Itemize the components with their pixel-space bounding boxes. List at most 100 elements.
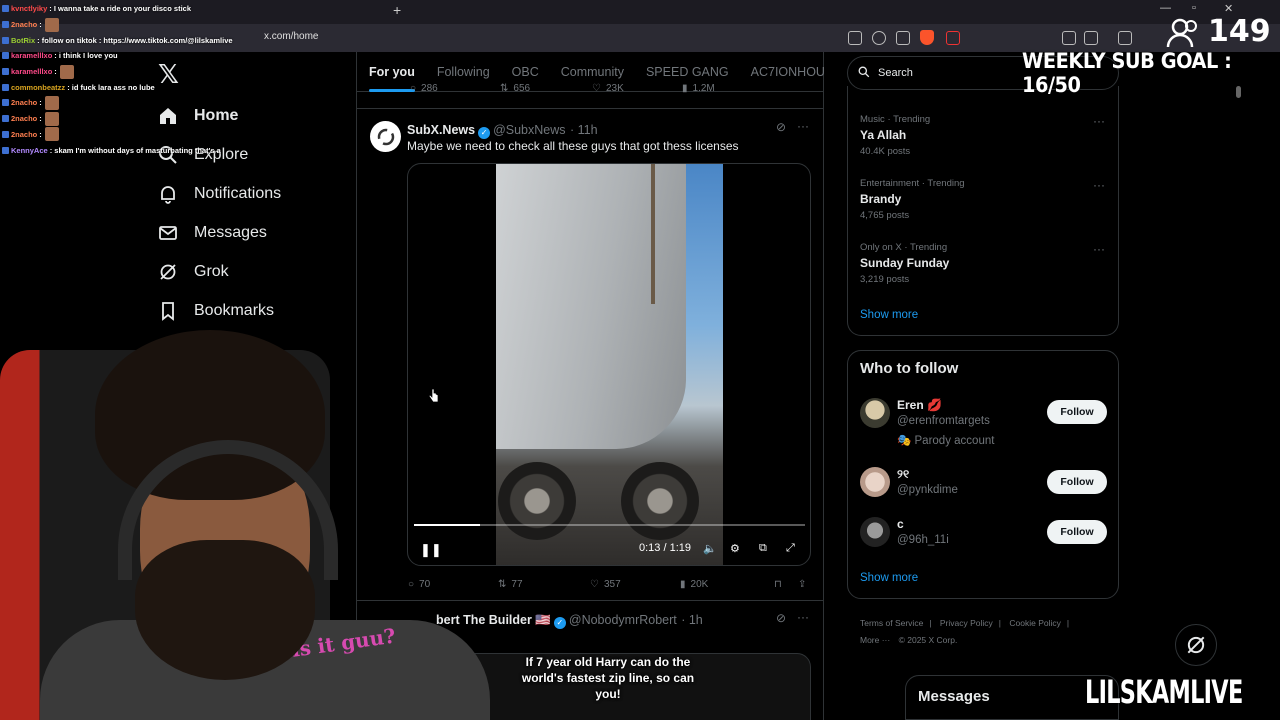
screenshot-icon[interactable] [848, 31, 862, 45]
chat-text: : [39, 129, 42, 139]
pip-icon[interactable]: ⧉ [759, 542, 767, 555]
grok-icon[interactable]: ⊘ [776, 120, 786, 134]
share-icon[interactable] [896, 31, 910, 45]
maximize-button[interactable]: ▫ [1192, 2, 1196, 14]
nav-messages[interactable]: Messages [158, 218, 267, 248]
tweet-text: Maybe we need to check all these guys th… [407, 139, 739, 153]
follow-button[interactable]: Follow [1047, 520, 1107, 544]
trend-count: 4,765 posts [860, 210, 910, 221]
heart-icon: ♡ [590, 578, 599, 590]
tweet-time[interactable]: · 1h [681, 613, 703, 627]
search-placeholder: Search [878, 67, 913, 79]
tab-for-you[interactable]: For you [369, 52, 415, 92]
more-options-icon[interactable]: ··· [797, 610, 809, 624]
fullscreen-icon[interactable]: ⤢ [786, 542, 795, 555]
follow-button[interactable]: Follow [1047, 400, 1107, 424]
share-icon: ⇪ [798, 578, 807, 590]
follow-suggestion-handle[interactable]: @erenfromtargets [897, 415, 990, 427]
follow-suggestion-name[interactable]: c [897, 517, 904, 531]
views-button[interactable]: ▮ 1.2M [682, 83, 715, 94]
chat-message: BotRix: follow on tiktok : https://www.t… [2, 32, 342, 48]
hand-cursor-icon [429, 389, 439, 403]
column-divider [823, 52, 824, 720]
repost-button[interactable]: ⇅ 77 [498, 579, 523, 590]
chat-text: : i think I love you [54, 51, 118, 61]
trend-item[interactable]: Only on X · Trending Sunday Funday 3,219… [860, 242, 949, 285]
tweet-time[interactable]: · 11h [570, 123, 598, 137]
chat-text: : follow on tiktok : https://www.tiktok.… [37, 35, 233, 45]
avatar[interactable] [860, 398, 890, 428]
avatar[interactable] [860, 467, 890, 497]
chat-text: : id fuck lara ass no lube [67, 82, 155, 92]
terms-link[interactable]: Terms of Service [860, 618, 923, 628]
share-button[interactable]: ⇪ [798, 579, 806, 590]
grok-floating-button[interactable] [1175, 624, 1217, 666]
follow-button[interactable]: Follow [1047, 470, 1107, 494]
nav-grok[interactable]: Grok [158, 257, 229, 287]
like-button[interactable]: ♡ 357 [590, 579, 621, 590]
tab-action-house[interactable]: AC7IONHOU [751, 52, 825, 92]
mail-icon [158, 223, 178, 243]
like-button[interactable]: ♡ 23K [592, 83, 624, 94]
tweet-author-handle[interactable]: @NobodymrRobert [569, 613, 677, 627]
follow-suggestion-name[interactable]: Eren 💋 [897, 398, 942, 412]
brave-shield-icon[interactable] [920, 30, 934, 45]
chat-username: 2nacho [11, 114, 38, 124]
footer-separator: | [1066, 618, 1070, 628]
bookmark-button[interactable]: ⊓ [774, 579, 782, 590]
minimize-button[interactable]: — [1160, 2, 1171, 14]
zoom-icon[interactable] [872, 31, 886, 45]
extensions-icon[interactable] [1062, 31, 1076, 45]
trend-context: Only on X · Trending [860, 242, 948, 253]
truck-trailer [496, 164, 686, 449]
trend-count: 3,219 posts [860, 274, 910, 285]
chat-text: : [39, 20, 42, 30]
follow-suggestion-handle[interactable]: @96h_11i [897, 534, 949, 546]
more-options-icon[interactable]: ··· [1093, 178, 1105, 192]
video-frame [496, 164, 723, 565]
more-options-icon[interactable]: ··· [797, 119, 809, 133]
show-more-trends-link[interactable]: Show more [860, 309, 918, 321]
views-icon: ▮ [682, 82, 688, 94]
follow-suggestion-handle[interactable]: @pynkdime [897, 484, 958, 496]
volume-icon[interactable]: 🔈 [703, 542, 717, 555]
settings-gear-icon[interactable]: ⚙ [730, 542, 740, 555]
chat-badge-icon [2, 5, 9, 13]
reply-button[interactable]: ○ 286 [410, 83, 438, 94]
follow-suggestion-name[interactable]: ୨୧ [897, 467, 909, 482]
avatar[interactable] [860, 517, 890, 547]
chat-emote-icon [44, 95, 59, 110]
repost-count: 656 [513, 82, 531, 94]
tweet-author-name[interactable]: SubX.News [407, 123, 475, 137]
nav-grok-label: Grok [194, 263, 229, 280]
repost-button[interactable]: ⇅ 656 [500, 83, 530, 94]
tab-following[interactable]: Following [437, 52, 490, 92]
avatar[interactable] [370, 121, 401, 152]
views-button[interactable]: ▮ 20K [680, 579, 708, 590]
bookmark-icon [158, 301, 178, 321]
show-more-follow-link[interactable]: Show more [860, 572, 918, 584]
grok-icon [158, 262, 178, 282]
nav-bookmarks[interactable]: Bookmarks [158, 296, 274, 326]
bell-icon [158, 184, 178, 204]
tweet-author-handle[interactable]: @SubxNews [493, 123, 565, 137]
more-options-icon[interactable]: ··· [1093, 242, 1105, 256]
more-link[interactable]: More ··· [860, 635, 890, 645]
sidebar-icon[interactable] [1084, 31, 1098, 45]
more-options-icon[interactable]: ··· [1093, 114, 1105, 128]
trend-item[interactable]: Music · Trending Ya Allah 40.4K posts [860, 114, 930, 157]
rewards-icon[interactable] [946, 31, 960, 45]
chat-username: 2nacho [11, 129, 38, 139]
chat-badge-icon [2, 83, 9, 91]
chat-message: karamelllxo: [2, 64, 342, 80]
privacy-link[interactable]: Privacy Policy [940, 618, 993, 628]
trend-item[interactable]: Entertainment · Trending Brandy 4,765 po… [860, 178, 965, 221]
grok-icon[interactable]: ⊘ [776, 611, 786, 625]
media-icon[interactable] [1118, 31, 1132, 45]
new-tab-button[interactable]: + [393, 2, 401, 18]
cookie-link[interactable]: Cookie Policy [1009, 618, 1061, 628]
nav-notifications[interactable]: Notifications [158, 179, 281, 209]
chat-badge-icon [2, 36, 9, 44]
view-count: 20K [690, 578, 709, 590]
chat-username: karamelllxo [11, 51, 53, 61]
